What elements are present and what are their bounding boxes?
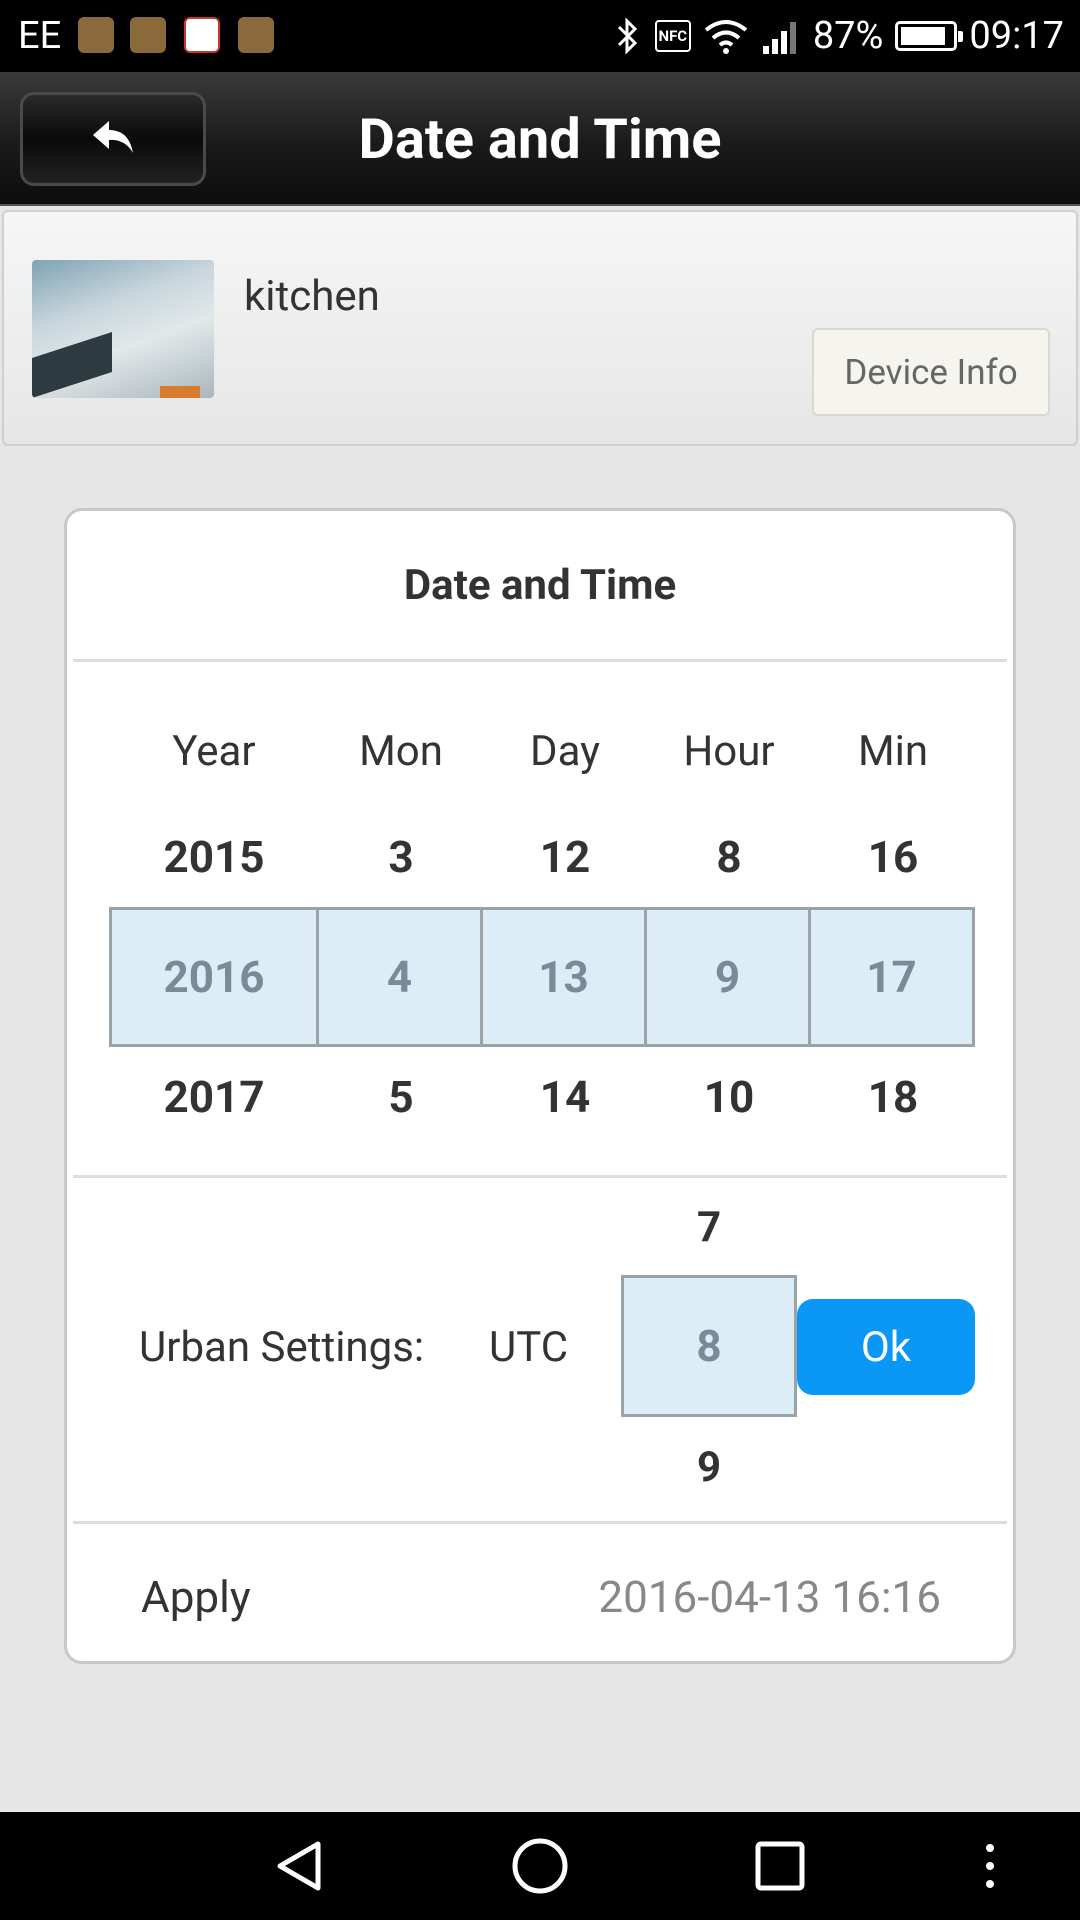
minute-next-option[interactable]: 18 — [811, 1071, 975, 1123]
day-prev-option[interactable]: 12 — [483, 831, 647, 883]
carrier-label: EE — [18, 14, 62, 58]
clock: 09:17 — [969, 14, 1064, 58]
minute-header: Min — [857, 727, 929, 776]
health-app-icon — [78, 17, 114, 53]
signal-icon — [762, 22, 796, 54]
device-info-button[interactable]: Device Info — [812, 328, 1050, 416]
divider — [73, 1521, 1007, 1524]
dialog-title: Date and Time — [403, 561, 677, 610]
month-header: Mon — [359, 727, 443, 776]
nav-back-icon[interactable] — [270, 1836, 330, 1896]
timezone-next-option[interactable]: 9 — [621, 1443, 797, 1492]
minute-prev-option[interactable]: 16 — [811, 831, 975, 883]
app-header: Date and Time — [0, 72, 1080, 206]
ok-button[interactable]: Ok — [797, 1299, 975, 1395]
divider — [73, 1175, 1007, 1178]
date-time-dialog: Date and Time Year Mon Day Hour Min 2015… — [64, 508, 1016, 1664]
bluetooth-icon — [617, 17, 637, 55]
status-bar: EE NFC 87% 09:17 — [0, 0, 1080, 72]
device-name: kitchen — [244, 272, 380, 321]
day-picker[interactable]: 13 — [483, 907, 647, 1047]
wifi-icon — [704, 20, 748, 54]
year-prev-option[interactable]: 2015 — [109, 831, 319, 883]
month-prev-option[interactable]: 3 — [319, 831, 483, 883]
back-arrow-icon — [93, 121, 133, 153]
device-card: kitchen Device Info — [2, 210, 1078, 446]
timezone-picker[interactable]: 8 — [621, 1275, 797, 1417]
back-button[interactable] — [20, 92, 206, 186]
day-header: Day — [530, 727, 600, 776]
hour-header: Hour — [683, 727, 775, 776]
month-next-option[interactable]: 5 — [319, 1071, 483, 1123]
apply-button[interactable]: Apply — [141, 1571, 251, 1623]
nav-recents-icon[interactable] — [750, 1836, 810, 1896]
minute-picker[interactable]: 17 — [811, 907, 975, 1047]
divider — [73, 659, 1007, 662]
hour-prev-option[interactable]: 8 — [647, 831, 811, 883]
security-app-icon — [238, 17, 274, 53]
battery-percent: 87% — [812, 14, 884, 58]
gallery-icon — [130, 17, 166, 53]
navigation-bar — [0, 1812, 1080, 1920]
month-picker[interactable]: 4 — [319, 907, 483, 1047]
apply-datetime: 2016-04-13 16:16 — [598, 1571, 941, 1623]
battery-level-fill — [901, 27, 945, 45]
year-header: Year — [172, 727, 256, 776]
year-picker[interactable]: 2016 — [109, 907, 319, 1047]
day-next-option[interactable]: 14 — [483, 1071, 647, 1123]
nav-menu-icon[interactable] — [960, 1836, 1020, 1896]
gmail-icon — [184, 17, 220, 53]
hour-next-option[interactable]: 10 — [647, 1071, 811, 1123]
urban-settings-label: Urban Settings: — [139, 1323, 425, 1372]
nfc-icon: NFC — [654, 20, 691, 52]
year-next-option[interactable]: 2017 — [109, 1071, 319, 1123]
hour-picker[interactable]: 9 — [647, 907, 811, 1047]
timezone-prev-option[interactable]: 7 — [621, 1203, 797, 1252]
camera-thumbnail[interactable] — [32, 260, 214, 398]
battery-icon — [895, 21, 964, 51]
nav-home-icon[interactable] — [510, 1836, 570, 1896]
utc-label: UTC — [489, 1323, 569, 1372]
